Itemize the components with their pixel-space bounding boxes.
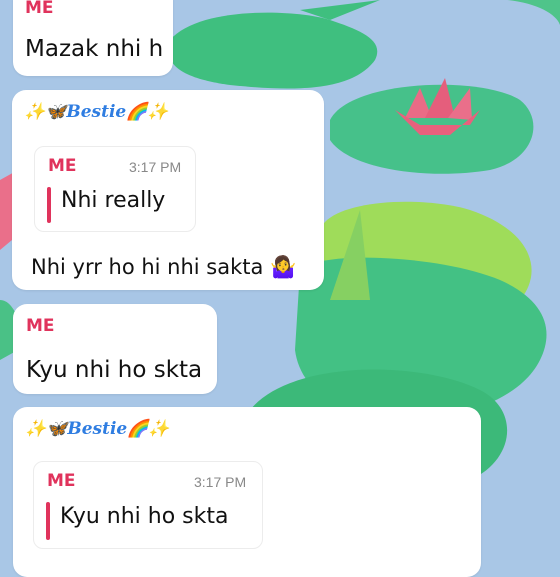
sender-name: ME <box>25 0 54 18</box>
quoted-timestamp: 3:17 PM <box>194 474 247 490</box>
quoted-text: Nhi really <box>61 188 166 213</box>
message-bubble[interactable]: ✨🦋Bestie🌈✨ ME 3:17 PM Kyu nhi ho skta <box>13 407 481 577</box>
message-bubble[interactable]: ME Mazak nhi h <box>13 0 173 76</box>
message-bubble[interactable]: ✨🦋Bestie🌈✨ ME 3:17 PM Nhi really Nhi yrr… <box>12 90 324 290</box>
message-text: Kyu nhi ho skta <box>26 357 203 383</box>
quoted-timestamp: 3:17 PM <box>129 159 182 175</box>
reply-quote[interactable]: ME 3:17 PM Kyu nhi ho skta <box>33 461 263 549</box>
quoted-text: Kyu nhi ho skta <box>60 504 229 529</box>
message-text: Mazak nhi h <box>25 36 164 62</box>
reply-quote[interactable]: ME 3:17 PM Nhi really <box>34 146 196 232</box>
sender-name: ✨🦋Bestie🌈✨ <box>25 419 170 439</box>
quote-bar <box>47 187 51 223</box>
quoted-sender: ME <box>48 156 77 176</box>
quoted-sender: ME <box>47 471 76 491</box>
message-bubble[interactable]: ME Kyu nhi ho skta <box>13 304 217 394</box>
sender-name: ME <box>26 316 55 336</box>
quote-bar <box>46 502 50 540</box>
sender-name: ✨🦋Bestie🌈✨ <box>24 102 169 122</box>
message-text: Nhi yrr ho hi nhi sakta 🤷‍♀️ <box>31 255 297 279</box>
